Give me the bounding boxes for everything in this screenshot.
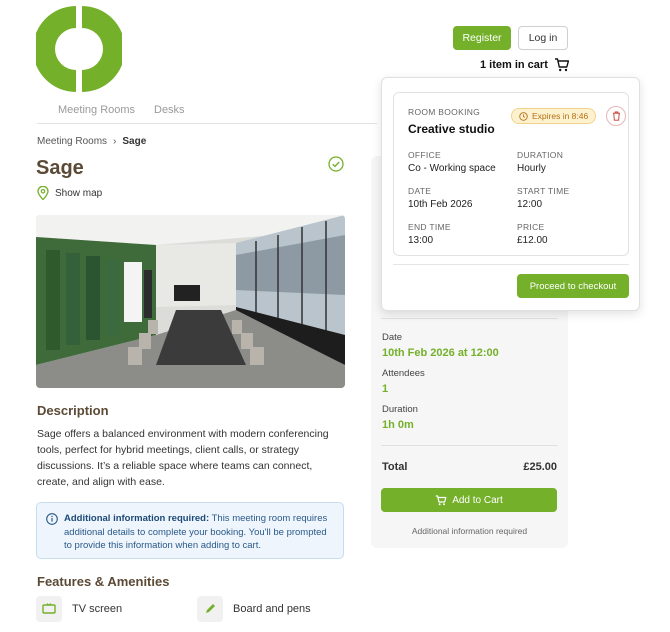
additional-info-note: Additional information required: [411, 526, 528, 536]
summary-attendees-value: 1: [382, 383, 389, 395]
show-map-label: Show map: [55, 187, 103, 199]
total-label: Total: [382, 461, 408, 473]
office-value: Co - Working space: [408, 163, 496, 174]
feature-item: TV screen: [36, 596, 122, 622]
cart-label: 1 item in cart: [480, 59, 548, 71]
tv-icon: [36, 596, 62, 622]
cart-item-card: ROOM BOOKING Creative studio Expires in …: [393, 92, 629, 256]
price-value: £12.00: [517, 235, 548, 246]
add-to-cart-label: Add to Cart: [452, 494, 503, 506]
total-value: £25.00: [523, 461, 557, 473]
description-heading: Description: [37, 403, 109, 418]
cart-icon: [435, 494, 447, 505]
tab-meeting-rooms[interactable]: Meeting Rooms: [58, 104, 135, 116]
start-time-label: START TIME: [517, 186, 570, 196]
duration-value: Hourly: [517, 163, 546, 174]
breadcrumb: Meeting Rooms › Sage: [37, 136, 146, 147]
summary-date-value: 10th Feb 2026 at 12:00: [382, 347, 499, 359]
cart-link[interactable]: 1 item in cart: [480, 58, 570, 72]
proceed-to-checkout-button[interactable]: Proceed to checkout: [517, 274, 629, 298]
summary-duration-label: Duration: [382, 404, 418, 415]
price-label: PRICE: [517, 222, 545, 232]
feature-label: TV screen: [72, 603, 123, 615]
features-heading: Features & Amenities: [37, 574, 170, 589]
register-button[interactable]: Register: [453, 26, 511, 50]
date-value: 10th Feb 2026: [408, 199, 473, 210]
divider: [393, 264, 629, 265]
start-time-value: 12:00: [517, 199, 543, 210]
trash-icon: [612, 111, 620, 121]
add-to-cart-button[interactable]: Add to Cart: [381, 488, 557, 512]
end-time-label: END TIME: [408, 222, 451, 232]
show-map-link[interactable]: Show map: [37, 186, 102, 200]
check-circle-icon: [328, 156, 344, 172]
summary-date-label: Date: [382, 332, 403, 343]
breadcrumb-parent[interactable]: Meeting Rooms: [37, 136, 107, 147]
cart-icon: [554, 58, 569, 72]
room-photo: [36, 215, 345, 388]
date-label: DATE: [408, 186, 432, 196]
expires-label: Expires in 8:46: [532, 111, 589, 121]
pencil-icon: [197, 596, 223, 622]
breadcrumb-current: Sage: [122, 136, 147, 147]
tab-desks[interactable]: Desks: [154, 104, 185, 116]
cart-room-name: Creative studio: [408, 122, 495, 136]
map-pin-icon: [37, 186, 49, 200]
end-time-value: 13:00: [408, 235, 434, 246]
breadcrumb-separator: ›: [113, 136, 117, 147]
brand-ring-logo[interactable]: [36, 6, 122, 92]
summary-attendees-label: Attendees: [382, 368, 425, 379]
summary-duration-value: 1h 0m: [382, 419, 414, 431]
info-icon: [46, 513, 58, 525]
remove-item-button[interactable]: [606, 106, 626, 126]
divider: [381, 318, 558, 319]
cart-popup: ROOM BOOKING Creative studio Expires in …: [381, 77, 640, 311]
expires-badge: Expires in 8:46: [511, 108, 597, 124]
feature-label: Board and pens: [233, 603, 311, 615]
description-text: Sage offers a balanced environment with …: [37, 428, 329, 488]
feature-item: Board and pens: [197, 596, 311, 622]
nav-tabs: Meeting Rooms Desks: [37, 104, 377, 124]
info-notice: Additional information required: This me…: [36, 502, 344, 559]
divider: [381, 445, 558, 446]
login-button[interactable]: Log in: [518, 26, 568, 50]
booking-type-label: ROOM BOOKING: [408, 107, 481, 117]
info-message: Additional information required: This me…: [64, 512, 336, 553]
info-bold-label: Additional information required:: [64, 513, 210, 524]
office-label: OFFICE: [408, 150, 441, 160]
page-title: Sage: [36, 157, 84, 179]
clock-icon: [519, 111, 528, 121]
duration-label: DURATION: [517, 150, 564, 160]
